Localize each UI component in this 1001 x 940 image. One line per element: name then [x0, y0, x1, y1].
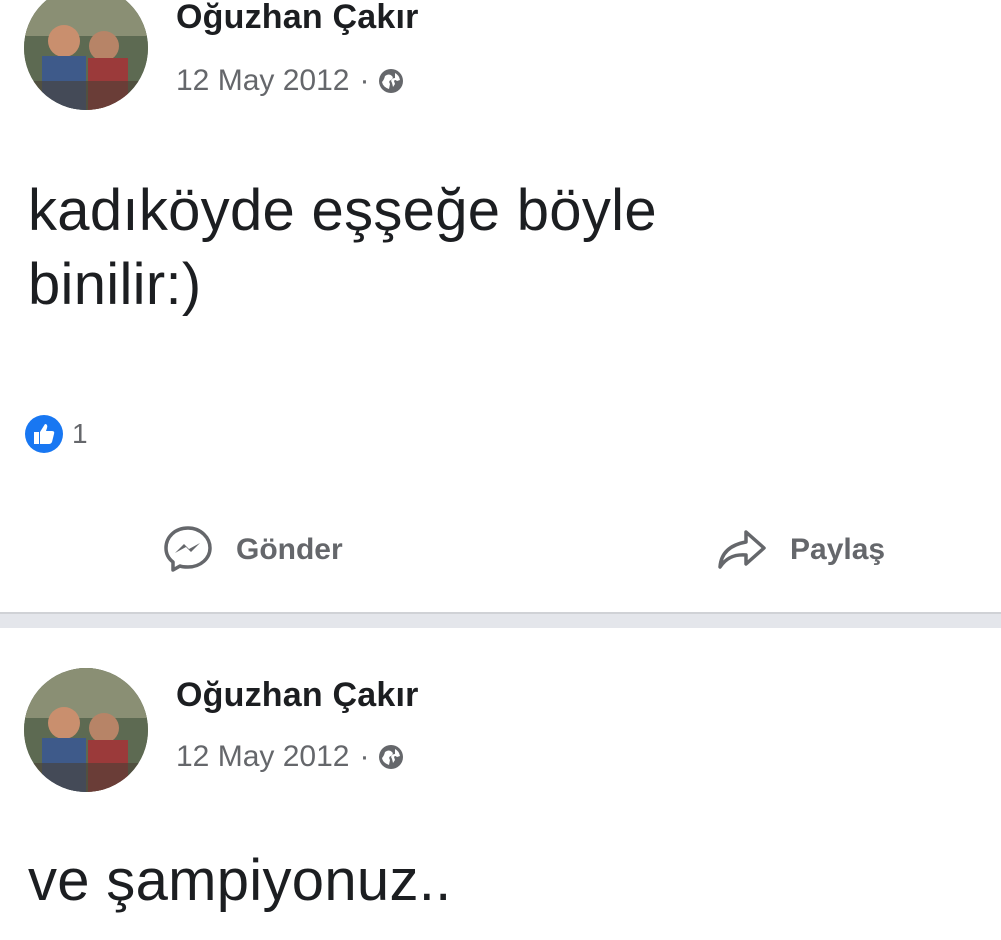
- send-label: Gönder: [236, 533, 343, 566]
- author-name[interactable]: Oğuzhan Çakır: [176, 676, 419, 715]
- send-button[interactable]: Gönder: [160, 522, 343, 578]
- post-text: kadıköyde eşşeğe böyle binilir:): [28, 174, 968, 322]
- post-date[interactable]: 12 May 2012: [176, 740, 349, 774]
- share-label: Paylaş: [790, 533, 886, 566]
- post-divider: [0, 612, 1001, 628]
- author-name[interactable]: Oğuzhan Çakır: [176, 0, 419, 37]
- post-meta: 12 May 2012 ·: [176, 64, 405, 98]
- reaction-summary[interactable]: 1: [24, 414, 88, 454]
- share-button[interactable]: Paylaş: [714, 522, 885, 578]
- post-text: ve şampiyonuz..: [28, 844, 968, 918]
- post-date[interactable]: 12 May 2012: [176, 64, 349, 98]
- like-icon: [25, 415, 63, 453]
- post-card: Oğuzhan Çakır 12 May 2012 · ve şampiyonu…: [0, 628, 1001, 940]
- meta-separator: ·: [359, 64, 370, 97]
- post-text-line: ve şampiyonuz..: [28, 848, 452, 913]
- reaction-count: 1: [72, 418, 88, 449]
- globe-icon: [379, 745, 404, 769]
- avatar[interactable]: [24, 0, 148, 110]
- post-text-line: kadıköyde eşşeğe böyle: [28, 178, 657, 243]
- post-text-line: binilir:): [28, 252, 202, 317]
- meta-separator: ·: [359, 740, 370, 773]
- post-meta: 12 May 2012 ·: [176, 740, 405, 774]
- share-arrow-icon: [718, 530, 766, 569]
- avatar[interactable]: [24, 668, 148, 792]
- messenger-icon: [164, 526, 212, 572]
- globe-icon: [379, 69, 404, 93]
- post-card: Oğuzhan Çakır 12 May 2012 · kadıköyde eş…: [0, 0, 1001, 612]
